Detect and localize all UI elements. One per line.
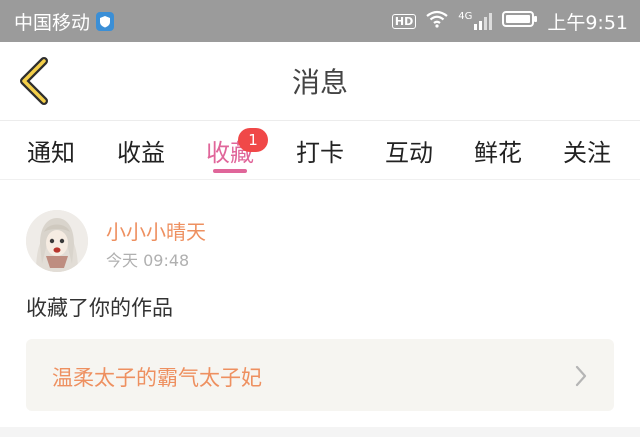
carrier-name: 中国移动 — [14, 11, 91, 34]
tab-notifications[interactable]: 通知 — [19, 121, 83, 179]
tab-flowers[interactable]: 鲜花 — [466, 121, 530, 179]
signal-label: 4G — [458, 11, 473, 22]
battery-icon — [502, 10, 538, 33]
chevron-right-icon — [575, 365, 587, 387]
tab-label: 收藏 1 — [206, 127, 268, 168]
tab-follows[interactable]: 关注 — [555, 121, 619, 179]
nav-bar: 消息 — [0, 42, 640, 120]
tab-label: 通知 — [27, 138, 75, 167]
wifi-icon — [425, 10, 449, 33]
signal-icon: 4G — [458, 12, 493, 30]
tab-label: 关注 — [563, 138, 611, 167]
tab-earnings[interactable]: 收益 — [109, 121, 173, 179]
page-title: 消息 — [291, 66, 348, 99]
tab-label: 打卡 — [296, 138, 344, 167]
tab-label: 鲜花 — [474, 138, 522, 167]
tab-interactions[interactable]: 互动 — [377, 121, 441, 179]
work-card[interactable]: 温柔太子的霸气太子妃 — [26, 339, 614, 411]
tab-bar: 通知 收益 收藏 1 打卡 互动 鲜花 关注 — [0, 120, 640, 180]
active-tab-indicator — [213, 169, 247, 173]
tab-favorites[interactable]: 收藏 1 — [198, 121, 268, 179]
tab-label: 收益 — [117, 138, 165, 167]
status-bar: 中国移动 HD 4G 上午9:51 — [0, 0, 640, 42]
status-left: 中国移动 — [14, 8, 115, 35]
unread-badge: 1 — [238, 127, 268, 152]
message-item: 小小小晴天 今天 09:48 收藏了你的作品 温柔太子的霸气太子妃 — [0, 180, 640, 437]
user-name[interactable]: 小小小晴天 — [106, 216, 206, 245]
message-time: 今天 09:48 — [106, 251, 190, 270]
avatar[interactable] — [26, 210, 88, 272]
work-title: 温柔太子的霸气太子妃 — [52, 366, 262, 390]
status-right: HD 4G 上午9:51 — [391, 8, 628, 35]
message-text: 收藏了你的作品 — [26, 296, 173, 320]
tab-checkin[interactable]: 打卡 — [288, 121, 352, 179]
status-time: 上午9:51 — [547, 11, 628, 34]
shield-icon — [96, 11, 115, 31]
chevron-left-icon — [20, 57, 48, 105]
tab-label: 互动 — [385, 138, 433, 167]
back-button[interactable] — [16, 56, 52, 106]
bottom-divider — [0, 427, 640, 437]
hd-badge: HD — [391, 13, 417, 29]
